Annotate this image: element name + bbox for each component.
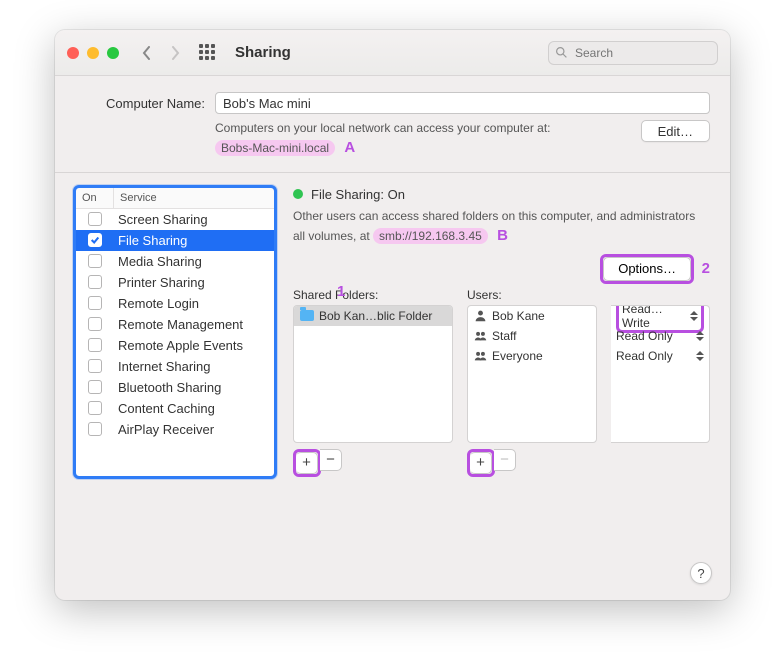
services-header: On Service <box>76 188 274 209</box>
smb-address-highlight: smb://192.168.3.45 <box>373 228 488 244</box>
minimize-icon[interactable] <box>87 47 99 59</box>
status-description: Other users can access shared folders on… <box>293 208 710 246</box>
service-checkbox[interactable] <box>88 275 102 289</box>
service-label: File Sharing <box>114 233 274 248</box>
service-row-file-sharing[interactable]: File Sharing <box>76 230 274 251</box>
service-label: Remote Login <box>114 296 274 311</box>
group-icon <box>474 329 487 342</box>
chevron-updown-icon <box>696 331 704 341</box>
user-item[interactable]: Everyone <box>468 346 596 366</box>
hostname-highlight: Bobs-Mac-mini.local <box>215 140 335 156</box>
service-label: Content Caching <box>114 401 274 416</box>
permission-label: Read Only <box>616 349 673 363</box>
annotation-2: 2 <box>702 260 710 277</box>
permission-select[interactable]: Read…Write <box>611 306 709 326</box>
add-folder-button[interactable]: + <box>296 452 318 474</box>
sharing-prefpane-window: Sharing Computer Name: Computers on your… <box>55 30 730 600</box>
service-row-remote-login[interactable]: Remote Login <box>76 293 274 314</box>
service-row-content-caching[interactable]: Content Caching <box>76 398 274 419</box>
window-title: Sharing <box>235 44 291 61</box>
remove-folder-button[interactable]: − <box>320 449 342 471</box>
search-input[interactable] <box>548 41 718 65</box>
service-checkbox[interactable] <box>88 254 102 268</box>
search-field[interactable] <box>548 41 718 65</box>
service-row-remote-management[interactable]: Remote Management <box>76 314 274 335</box>
status-indicator-icon <box>293 189 303 199</box>
user-label: Everyone <box>492 349 543 363</box>
service-label: Bluetooth Sharing <box>114 380 274 395</box>
search-icon <box>555 46 568 59</box>
service-row-internet-sharing[interactable]: Internet Sharing <box>76 356 274 377</box>
service-label: Media Sharing <box>114 254 274 269</box>
service-row-airplay-receiver[interactable]: AirPlay Receiver <box>76 419 274 440</box>
services-list[interactable]: On Service Screen Sharing File Sharing Med… <box>75 187 275 477</box>
folder-label: Bob Kan…blic Folder <box>319 309 432 323</box>
forward-button[interactable] <box>165 43 185 63</box>
service-label: Screen Sharing <box>114 212 274 227</box>
edit-hostname-button[interactable]: Edit… <box>641 120 710 142</box>
show-all-icon[interactable] <box>199 44 217 62</box>
folders-list[interactable]: Bob Kan…blic Folder <box>293 305 453 443</box>
computer-name-subtext: Computers on your local network can acce… <box>215 120 550 158</box>
chevron-updown-icon <box>696 351 704 361</box>
service-checkbox[interactable] <box>88 212 102 226</box>
window-controls <box>67 47 119 59</box>
permission-label: Read Only <box>616 329 673 343</box>
computer-name-label: Computer Name: <box>75 96 205 111</box>
folder-icon <box>300 310 314 321</box>
service-label: AirPlay Receiver <box>114 422 274 437</box>
service-status: File Sharing: On <box>293 187 710 202</box>
service-row-media-sharing[interactable]: Media Sharing <box>76 251 274 272</box>
zoom-icon[interactable] <box>107 47 119 59</box>
help-button[interactable]: ? <box>690 562 712 584</box>
users-list[interactable]: Bob Kane Staff Everyone <box>467 305 597 443</box>
titlebar: Sharing <box>55 30 730 76</box>
user-label: Staff <box>492 329 516 343</box>
annotation-b: B <box>497 227 508 244</box>
service-checkbox[interactable] <box>88 317 102 331</box>
service-checkbox[interactable] <box>88 380 102 394</box>
service-checkbox[interactable] <box>88 338 102 352</box>
service-checkbox[interactable] <box>88 422 102 436</box>
permissions-list[interactable]: Read…WriteRead OnlyRead Only <box>611 305 710 443</box>
person-icon <box>474 309 487 322</box>
folder-item[interactable]: Bob Kan…blic Folder <box>294 306 452 326</box>
annotation-a: A <box>344 139 355 156</box>
service-checkbox[interactable] <box>88 401 102 415</box>
service-checkbox[interactable] <box>88 296 102 310</box>
computer-name-input[interactable] <box>215 92 710 114</box>
service-label: Internet Sharing <box>114 359 274 374</box>
service-label: Printer Sharing <box>114 275 274 290</box>
status-title: File Sharing: On <box>311 187 405 202</box>
service-checkbox[interactable] <box>88 233 102 247</box>
service-row-printer-sharing[interactable]: Printer Sharing <box>76 272 274 293</box>
user-item[interactable]: Staff <box>468 326 596 346</box>
service-row-bluetooth-sharing[interactable]: Bluetooth Sharing <box>76 377 274 398</box>
options-button[interactable]: Options… <box>603 257 691 281</box>
user-label: Bob Kane <box>492 309 545 323</box>
permission-select[interactable]: Read Only <box>611 346 709 366</box>
user-item[interactable]: Bob Kane <box>468 306 596 326</box>
close-icon[interactable] <box>67 47 79 59</box>
users-header: Users: <box>467 288 597 302</box>
folders-header: Shared Folders: <box>293 288 453 302</box>
service-checkbox[interactable] <box>88 359 102 373</box>
service-row-screen-sharing[interactable]: Screen Sharing <box>76 209 274 230</box>
add-user-button[interactable]: + <box>470 452 492 474</box>
computer-name-row: Computer Name: <box>75 92 710 114</box>
chevron-updown-icon <box>690 311 698 321</box>
service-label: Remote Management <box>114 317 274 332</box>
service-label: Remote Apple Events <box>114 338 274 353</box>
permission-label: Read…Write <box>622 305 690 330</box>
back-button[interactable] <box>137 43 157 63</box>
remove-user-button[interactable]: − <box>494 449 516 471</box>
group-icon <box>474 349 487 362</box>
service-row-remote-apple-events[interactable]: Remote Apple Events <box>76 335 274 356</box>
